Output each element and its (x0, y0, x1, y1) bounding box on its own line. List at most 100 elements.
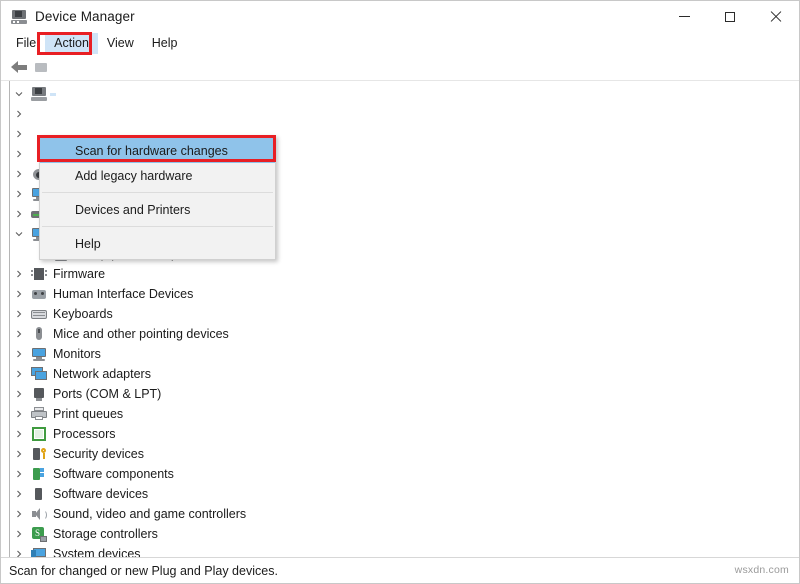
menu-file[interactable]: File (7, 33, 45, 54)
chevron-right-icon[interactable] (10, 370, 28, 378)
maximize-icon (725, 11, 735, 22)
action-dropdown-menu[interactable]: Scan for hardware changes Add legacy har… (39, 135, 276, 260)
chevron-down-icon[interactable] (10, 90, 28, 98)
menu-item-add-legacy-hardware[interactable]: Add legacy hardware (40, 163, 275, 188)
menu-item-help[interactable]: Help (40, 231, 275, 256)
tree-row-monitors[interactable]: Monitors (10, 344, 799, 364)
close-icon (770, 11, 782, 23)
chevron-right-icon[interactable] (10, 490, 28, 498)
sound-icon (28, 506, 50, 522)
system-device-icon (28, 546, 50, 557)
software-component-icon (28, 466, 50, 482)
tree-row-root[interactable] (10, 84, 799, 104)
close-button[interactable] (753, 1, 799, 32)
tree-row-software-devices[interactable]: Software devices (10, 484, 799, 504)
content-area: Cameras Computer Disk dr (1, 81, 799, 557)
tree-row-human-interface-devices-label: Human Interface Devices (53, 286, 194, 301)
tree-row-human-interface-devices[interactable]: Human Interface Devices (10, 284, 799, 304)
maximize-button[interactable] (707, 1, 753, 32)
chevron-right-icon[interactable] (10, 530, 28, 538)
chevron-right-icon[interactable] (10, 150, 28, 158)
chevron-right-icon[interactable] (10, 410, 28, 418)
chevron-right-icon[interactable] (10, 290, 28, 298)
title-bar: Device Manager (1, 1, 799, 32)
tree-row-mice[interactable]: Mice and other pointing devices (10, 324, 799, 344)
chevron-down-icon[interactable] (10, 230, 28, 238)
chevron-right-icon[interactable] (10, 190, 28, 198)
tree-row-print-queues-label: Print queues (53, 406, 124, 421)
toolbar (1, 55, 799, 81)
tree-row-keyboards[interactable]: Keyboards (10, 304, 799, 324)
computer-root-icon (28, 86, 50, 102)
menu-item-scan-for-hardware-changes[interactable]: Scan for hardware changes (40, 138, 275, 163)
status-text: Scan for changed or new Plug and Play de… (9, 563, 278, 578)
chevron-right-icon[interactable] (10, 110, 28, 118)
tree-row-sound-video-game-controllers[interactable]: Sound, video and game controllers (10, 504, 799, 524)
tree-row-processors-label: Processors (53, 426, 116, 441)
minimize-icon (678, 16, 690, 17)
tree-row-hidden-1[interactable] (10, 104, 799, 124)
storage-controller-icon: S (28, 526, 50, 542)
chevron-right-icon[interactable] (10, 450, 28, 458)
forward-button[interactable] (30, 57, 52, 79)
tree-row-security-devices[interactable]: Security devices (10, 444, 799, 464)
chevron-right-icon[interactable] (10, 550, 28, 557)
tree-row-root-label (50, 92, 56, 96)
keyboard-icon (28, 306, 50, 322)
window-title: Device Manager (35, 9, 135, 24)
menu-separator (42, 226, 273, 227)
chevron-right-icon[interactable] (10, 130, 28, 138)
chevron-right-icon[interactable] (10, 310, 28, 318)
network-adapter-icon (28, 366, 50, 382)
menu-help[interactable]: Help (143, 33, 187, 54)
firmware-icon (28, 266, 50, 282)
port-icon (28, 386, 50, 402)
tree-row-network-adapters-label: Network adapters (53, 366, 151, 381)
mouse-icon (28, 326, 50, 342)
tree-row-software-components[interactable]: Software components (10, 464, 799, 484)
hid-icon (28, 286, 50, 302)
tree-row-print-queues[interactable]: Print queues (10, 404, 799, 424)
watermark: wsxdn.com (734, 564, 789, 576)
tree-row-keyboards-label: Keyboards (53, 306, 113, 321)
tree-row-security-devices-label: Security devices (53, 446, 145, 461)
security-device-icon (28, 446, 50, 462)
chevron-right-icon[interactable] (10, 470, 28, 478)
status-bar: Scan for changed or new Plug and Play de… (1, 557, 799, 583)
menu-separator (42, 192, 273, 193)
left-rail (1, 81, 10, 557)
chevron-right-icon[interactable] (10, 350, 28, 358)
chevron-right-icon[interactable] (10, 270, 28, 278)
menu-view[interactable]: View (98, 33, 143, 54)
menu-item-devices-and-printers[interactable]: Devices and Printers (40, 197, 275, 222)
tree-row-monitors-label: Monitors (53, 346, 101, 361)
window-controls (661, 1, 799, 32)
minimize-button[interactable] (661, 1, 707, 32)
printer-icon (28, 406, 50, 422)
back-button[interactable] (8, 57, 30, 79)
tree-row-software-devices-label: Software devices (53, 486, 149, 501)
tree-row-firmware[interactable]: Firmware (10, 264, 799, 284)
tree-row-storage-controllers-label: Storage controllers (53, 526, 158, 541)
chevron-right-icon[interactable] (10, 330, 28, 338)
tree-row-system-devices[interactable]: System devices (10, 544, 799, 557)
menu-action[interactable]: Action (45, 33, 98, 54)
chevron-right-icon[interactable] (10, 390, 28, 398)
tree-row-sound-video-game-controllers-label: Sound, video and game controllers (53, 506, 247, 521)
tree-row-system-devices-label: System devices (53, 546, 141, 558)
chevron-right-icon[interactable] (10, 430, 28, 438)
menu-bar: File Action View Help (1, 32, 799, 55)
chevron-right-icon[interactable] (10, 210, 28, 218)
tree-row-ports-label: Ports (COM & LPT) (53, 386, 162, 401)
forward-arrow-icon (35, 63, 47, 72)
chevron-right-icon[interactable] (10, 170, 28, 178)
tree-row-network-adapters[interactable]: Network adapters (10, 364, 799, 384)
tree-row-ports[interactable]: Ports (COM & LPT) (10, 384, 799, 404)
chevron-right-icon[interactable] (10, 510, 28, 518)
tree-row-processors[interactable]: Processors (10, 424, 799, 444)
tree-row-mice-label: Mice and other pointing devices (53, 326, 229, 341)
processor-icon (28, 426, 50, 442)
tree-row-storage-controllers[interactable]: S Storage controllers (10, 524, 799, 544)
software-device-icon (28, 486, 50, 502)
device-manager-icon (11, 9, 27, 25)
